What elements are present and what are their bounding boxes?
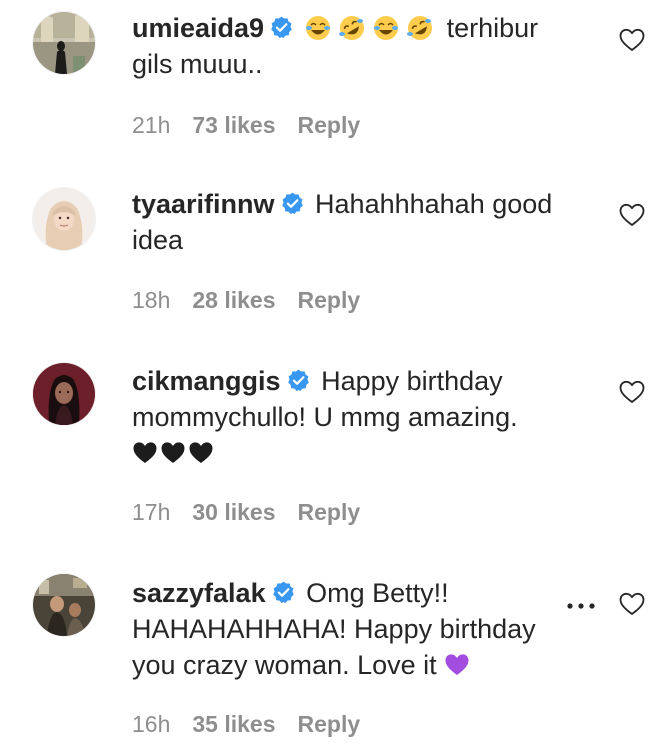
comment-timestamp: 18h (132, 287, 171, 313)
likes-count-link[interactable]: 73 likes (192, 112, 275, 138)
avatar[interactable] (33, 12, 95, 74)
comment-username[interactable]: tyaarifinnw (132, 189, 275, 219)
comment-timestamp: 16h (132, 711, 171, 737)
comment-text: umieaida9 terhibur gils muuu.. (132, 10, 572, 82)
comment-text: tyaarifinnw Hahahhhahah good idea (132, 186, 572, 258)
verified-badge-icon (286, 368, 311, 393)
comment-username[interactable]: cikmanggis (132, 366, 281, 396)
like-heart-icon[interactable] (619, 592, 645, 616)
verified-badge-icon (269, 15, 294, 40)
reply-button[interactable]: Reply (298, 499, 361, 525)
rolling-on-the-floor-laughing-icon (406, 15, 433, 41)
likes-count-link[interactable]: 30 likes (192, 499, 275, 525)
comment-username[interactable]: sazzyfalak (132, 578, 266, 608)
comment-meta: 16h 35 likes Reply (132, 709, 382, 739)
reply-button[interactable]: Reply (298, 112, 361, 138)
verified-badge-icon (271, 580, 296, 605)
likes-count-link[interactable]: 28 likes (192, 287, 275, 313)
comment-text: sazzyfalak Omg Betty!! HAHAHAHHAHA! Happ… (132, 575, 572, 683)
reply-button[interactable]: Reply (298, 287, 361, 313)
verified-badge-icon (280, 191, 305, 216)
comment-text: cikmanggis Happy birthday mommychullo! U… (132, 363, 572, 471)
comment-meta: 17h 30 likes Reply (132, 497, 382, 527)
black-heart-icon (160, 440, 186, 466)
black-heart-icon (188, 440, 214, 466)
comment-meta: 21h 73 likes Reply (132, 110, 382, 140)
black-heart-icon (132, 440, 158, 466)
purple-heart-icon (444, 652, 470, 678)
comment-meta: 18h 28 likes Reply (132, 285, 382, 315)
like-heart-icon[interactable] (619, 28, 645, 52)
avatar[interactable] (33, 188, 95, 250)
likes-count-link[interactable]: 35 likes (192, 711, 275, 737)
avatar[interactable] (33, 574, 95, 636)
comment-timestamp: 21h (132, 112, 171, 138)
face-with-tears-of-joy-icon (373, 15, 399, 41)
comment-timestamp: 17h (132, 499, 171, 525)
more-options-icon[interactable] (566, 600, 596, 612)
reply-button[interactable]: Reply (298, 711, 361, 737)
avatar[interactable] (33, 363, 95, 425)
like-heart-icon[interactable] (619, 380, 645, 404)
rolling-on-the-floor-laughing-icon (338, 15, 365, 41)
face-with-tears-of-joy-icon (305, 15, 331, 41)
comment-username[interactable]: umieaida9 (132, 13, 264, 43)
like-heart-icon[interactable] (619, 203, 645, 227)
